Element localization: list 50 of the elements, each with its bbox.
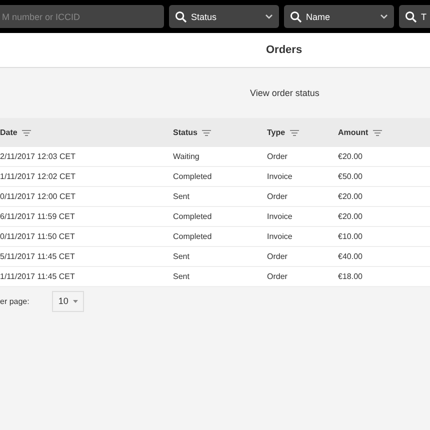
filter-icon <box>202 130 212 136</box>
filter-dropdown[interactable]: T <box>399 5 430 28</box>
table-cell: Invoice <box>267 172 292 181</box>
table-cell: Sent <box>173 272 190 281</box>
column-header[interactable]: Amount <box>338 128 368 137</box>
search-field[interactable]: M number or ICCID <box>0 5 164 28</box>
search-icon <box>405 10 417 22</box>
table-cell: €10.00 <box>338 232 362 241</box>
chevron-down-icon <box>380 14 388 19</box>
table-cell: Order <box>267 192 288 201</box>
table-cell: €40.00 <box>338 252 362 261</box>
table-cell: Sent <box>173 192 190 201</box>
rows-per-page-label: er page: <box>0 296 30 306</box>
table-cell: Invoice <box>267 232 292 241</box>
table-cell: Order <box>267 252 288 261</box>
table-cell: €20.00 <box>338 152 362 161</box>
table-cell: Sent <box>173 252 190 261</box>
filter-icon <box>22 130 32 136</box>
table-cell: Completed <box>173 172 212 181</box>
filter-icon <box>290 130 300 136</box>
rows-per-page-dropdown[interactable]: 10 <box>52 290 84 312</box>
table-cell: 6/11/2017 11:59 CET <box>0 212 75 221</box>
table-cell: €18.00 <box>338 272 362 281</box>
column-header[interactable]: Status <box>173 128 198 137</box>
table-cell: Waiting <box>173 152 200 161</box>
table-cell: Order <box>267 272 288 281</box>
chevron-down-icon <box>265 14 273 19</box>
table-cell: €20.00 <box>338 192 362 201</box>
filter-dropdown[interactable]: Status <box>169 5 279 28</box>
table-cell: 2/11/2017 12:03 CET <box>0 152 76 161</box>
subtitle: View order status <box>250 88 320 98</box>
filter-icon <box>373 130 382 136</box>
filter-dropdown[interactable]: Name <box>284 5 394 28</box>
table-cell: Completed <box>173 232 212 241</box>
search-icon <box>290 10 302 22</box>
table-cell: 0/11/2017 11:50 CET <box>0 232 75 241</box>
table-cell: Completed <box>173 212 212 221</box>
column-header[interactable]: Date <box>0 128 18 137</box>
table-cell: Invoice <box>267 212 292 221</box>
table-cell: 0/11/2017 12:00 CET <box>0 192 76 201</box>
table-cell: Order <box>267 152 288 161</box>
column-header[interactable]: Type <box>267 128 286 137</box>
table-cell: 5/11/2017 11:45 CET <box>0 252 75 261</box>
page-title: Orders <box>266 44 302 56</box>
table-cell: €20.00 <box>338 212 362 221</box>
table-cell: 1/11/2017 12:02 CET <box>0 172 76 181</box>
search-icon <box>175 10 187 22</box>
table-cell: 1/11/2017 11:45 CET <box>0 272 75 281</box>
table-cell: €50.00 <box>338 172 362 181</box>
caret-icon <box>73 300 78 302</box>
